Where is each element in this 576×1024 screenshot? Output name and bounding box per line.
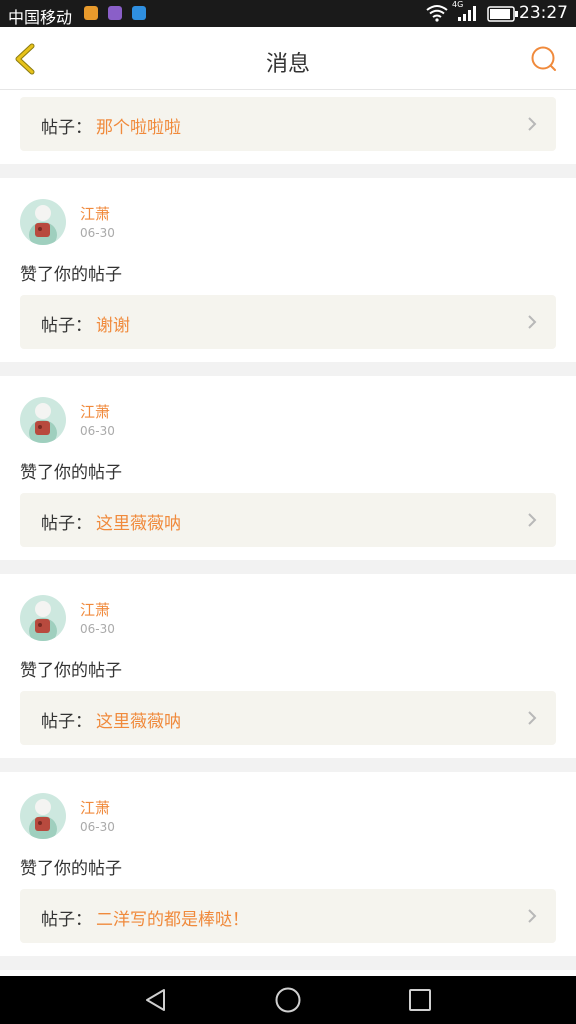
app-notification-icon [84, 6, 98, 20]
message-card: 江萧 06-30 赞了你的帖子 帖子： 二洋写的都是棒哒！ [0, 772, 576, 956]
chevron-right-icon [528, 711, 537, 725]
status-bar: 中国移动 4G 23:27 [0, 0, 576, 27]
chevron-right-icon [528, 315, 537, 329]
post-link[interactable]: 帖子： 这里薇薇呐 [20, 493, 556, 547]
avatar[interactable] [20, 397, 66, 443]
date: 06-30 [80, 622, 115, 636]
action-text: 赞了你的帖子 [20, 661, 122, 681]
username[interactable]: 江萧 [80, 401, 110, 422]
message-card: 江萧 06-30 赞了你的帖子 帖子： 这里薇薇呐 [0, 574, 576, 758]
app-notification-icon [108, 6, 122, 20]
post-title: 这里薇薇呐 [96, 712, 181, 732]
triangle-back-icon[interactable] [142, 986, 170, 1014]
post-title: 二洋写的都是棒哒！ [96, 910, 249, 930]
system-nav-bar [0, 976, 576, 1024]
post-label: 帖子： [41, 118, 92, 138]
search-icon[interactable] [530, 45, 558, 73]
post-title: 那个啦啦啦 [96, 118, 181, 138]
username[interactable]: 江萧 [80, 599, 110, 620]
message-card: 帖子： 那个啦啦啦 [0, 90, 576, 164]
post-label: 帖子： [41, 514, 92, 534]
battery-icon [487, 6, 518, 22]
date: 06-30 [80, 424, 115, 438]
carrier-name: 中国移动 [8, 8, 73, 27]
date: 06-30 [80, 820, 115, 834]
chevron-right-icon [528, 513, 537, 527]
avatar[interactable] [20, 595, 66, 641]
post-label: 帖子： [41, 910, 92, 930]
action-text: 赞了你的帖子 [20, 265, 122, 285]
action-text: 赞了你的帖子 [20, 463, 122, 483]
post-title: 谢谢 [96, 316, 130, 336]
chevron-right-icon [528, 117, 537, 131]
app-header: 消息 [0, 27, 576, 90]
post-link[interactable]: 帖子： 二洋写的都是棒哒！ [20, 889, 556, 943]
page-title: 消息 [265, 52, 310, 77]
date: 06-30 [80, 226, 115, 240]
post-label: 帖子： [41, 712, 92, 732]
avatar[interactable] [20, 793, 66, 839]
action-text: 赞了你的帖子 [20, 859, 122, 879]
username[interactable]: 江萧 [80, 797, 110, 818]
post-title: 这里薇薇呐 [96, 514, 181, 534]
message-feed[interactable]: 帖子： 那个啦啦啦 江萧 06-30 赞了你的帖子 帖子： 谢谢 江萧 06-3… [0, 90, 576, 979]
square-recent-icon[interactable] [406, 986, 434, 1014]
avatar[interactable] [20, 199, 66, 245]
circle-home-icon[interactable] [274, 986, 302, 1014]
wifi-icon [426, 5, 448, 22]
post-link[interactable]: 帖子： 谢谢 [20, 295, 556, 349]
chevron-right-icon [528, 909, 537, 923]
message-card: 江萧 06-30 赞了你的帖子 帖子： 这里薇薇呐 [0, 376, 576, 560]
clock: 23:27 [519, 3, 568, 23]
app-notification-icon [132, 6, 146, 20]
message-card: 江萧 06-30 赞了你的帖子 帖子： 谢谢 [0, 178, 576, 362]
signal-icon [458, 6, 476, 21]
username[interactable]: 江萧 [80, 203, 110, 224]
post-link[interactable]: 帖子： 这里薇薇呐 [20, 691, 556, 745]
post-label: 帖子： [41, 316, 92, 336]
post-link[interactable]: 帖子： 那个啦啦啦 [20, 97, 556, 151]
